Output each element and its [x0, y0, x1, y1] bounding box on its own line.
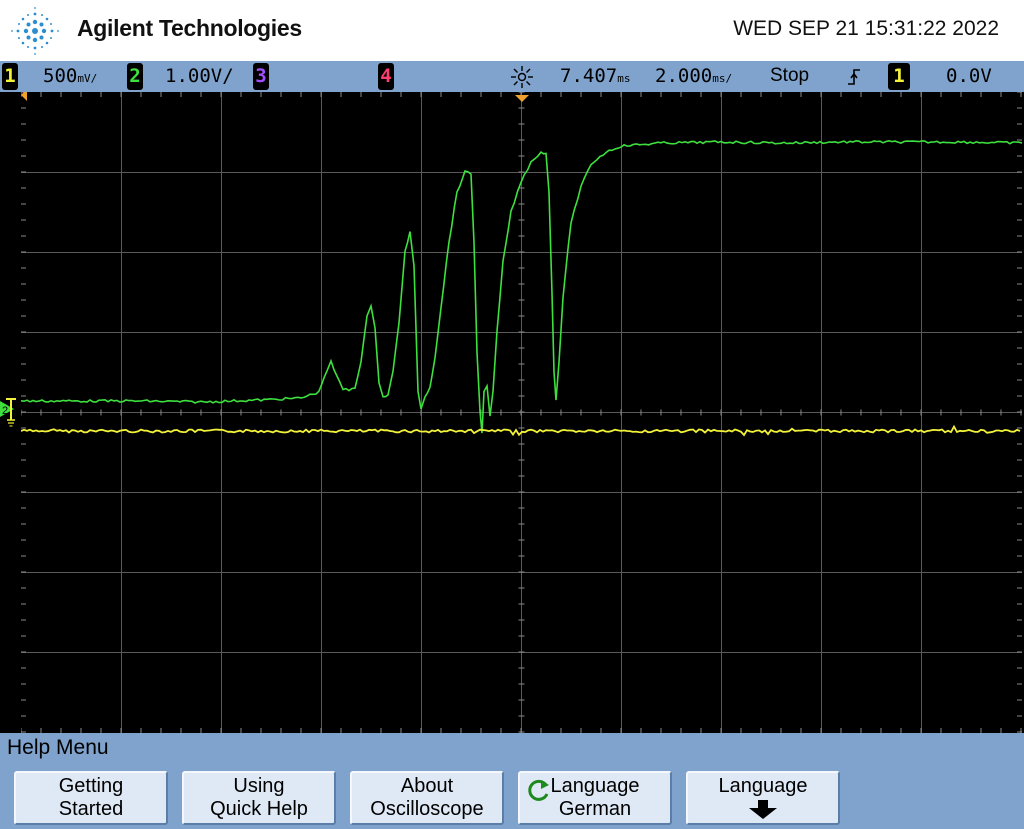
channel-2-scale: 1.00V/ [165, 65, 234, 87]
help-panel: Help Menu Getting Started Using Quick He… [0, 733, 1024, 829]
graticule [21, 92, 1022, 733]
about-oscilloscope-button[interactable]: About Oscilloscope [350, 771, 504, 825]
channel-2-ground-label: 2 [2, 405, 8, 417]
channel-1-scale-unit: mV/ [77, 72, 98, 85]
time-delay-value: 7.407 [560, 65, 618, 87]
datetime: WED SEP 21 15:31:22 2022 [733, 17, 999, 40]
channel-4-badge[interactable]: 4 [378, 63, 394, 90]
trigger-left-marker [21, 92, 27, 101]
softkey-label-line2: Started [58, 798, 124, 820]
language-german-button[interactable]: Language German [518, 771, 672, 825]
softkey-label-line1: About [400, 775, 454, 797]
softkey-label-line1: Using [233, 775, 285, 797]
rising-edge-icon [848, 69, 860, 85]
channel-ground-markers: 2 [0, 398, 16, 427]
trigger-position-marker [515, 95, 529, 102]
softkey-label-line1: Language [718, 775, 808, 797]
header: Agilent Technologies WED SEP 21 15:31:22… [0, 0, 1024, 60]
softkey-label-line1: Getting [58, 775, 124, 797]
run-state[interactable]: Stop [770, 65, 809, 87]
channel-3-badge[interactable]: 3 [253, 63, 269, 90]
brand-name: Agilent Technologies [77, 15, 302, 41]
status-bar: 1 500mV/ 2 1.00V/ 3 4 7.407ms 2.000ms/ S… [0, 61, 1024, 92]
softkey-label-line2: Oscilloscope [370, 798, 484, 820]
channel-2-badge[interactable]: 2 [127, 63, 143, 90]
waveform-display[interactable] [21, 92, 1022, 733]
time-delay-unit: ms [617, 72, 631, 85]
trigger-level: 0.0V [946, 65, 992, 87]
language-menu-button[interactable]: Language [686, 771, 840, 825]
help-menu-title: Help Menu [7, 736, 109, 759]
softkey-label-line2: Quick Help [210, 798, 308, 820]
time-scale-value: 2.000 [655, 65, 713, 87]
time-scale: 2.000ms/ [655, 65, 732, 87]
down-arrow-icon [749, 800, 777, 819]
using-quick-help-button[interactable]: Using Quick Help [182, 771, 336, 825]
waveform-plot [21, 92, 1022, 733]
trigger-source-badge[interactable]: 1 [888, 63, 910, 90]
time-scale-unit: ms/ [712, 72, 733, 85]
getting-started-button[interactable]: Getting Started [14, 771, 168, 825]
agilent-spark-logo-icon [11, 7, 59, 55]
channel-1-badge[interactable]: 1 [2, 63, 18, 90]
refresh-icon [528, 779, 549, 801]
channel-1-scale-value: 500 [43, 65, 78, 87]
delay-knob-icon [511, 66, 533, 88]
time-delay: 7.407ms [560, 65, 630, 87]
channel-1-scale: 500mV/ [43, 65, 97, 87]
